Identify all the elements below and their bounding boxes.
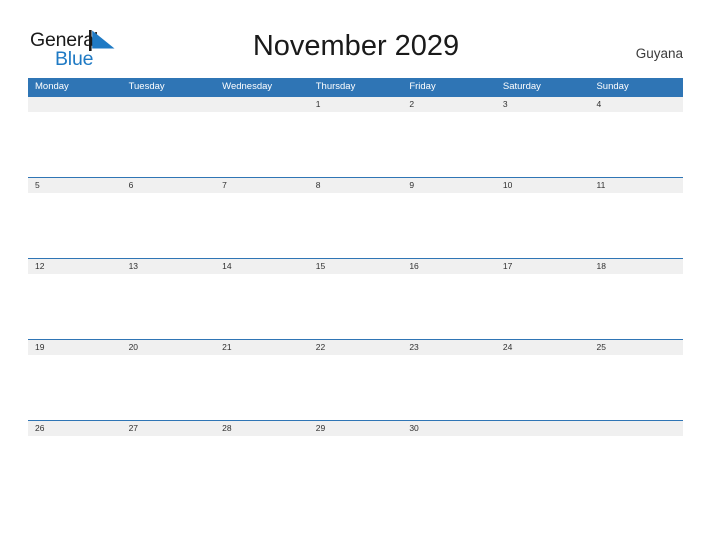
day-cell-number[interactable]: 8 (309, 178, 403, 193)
calendar-grid: Monday Tuesday Wednesday Thursday Friday… (28, 78, 683, 501)
day-cell-number[interactable]: 5 (28, 178, 122, 193)
day-cell-number[interactable]: 4 (589, 97, 683, 112)
day-cell-number[interactable]: 1 (309, 97, 403, 112)
calendar-week-row: 19 20 21 22 23 24 25 (28, 339, 683, 420)
day-cell-number[interactable] (215, 97, 309, 112)
calendar-page: General Blue November 2029 Guyana Monday… (0, 0, 712, 550)
day-cell-number[interactable]: 2 (402, 97, 496, 112)
day-cell-number[interactable]: 19 (28, 340, 122, 355)
day-cell-number[interactable] (28, 97, 122, 112)
day-cell-number[interactable]: 16 (402, 259, 496, 274)
week-daynumber-strip: 19 20 21 22 23 24 25 (28, 339, 683, 355)
day-cell-number[interactable]: 22 (309, 340, 403, 355)
region-label: Guyana (635, 46, 683, 61)
day-cell-number[interactable]: 26 (28, 421, 122, 436)
weekday-header-friday: Friday (409, 81, 436, 92)
day-cell-number[interactable] (122, 97, 216, 112)
week-content-area[interactable] (28, 274, 683, 339)
day-cell-number[interactable]: 20 (122, 340, 216, 355)
week-daynumber-strip: 1 2 3 4 (28, 96, 683, 112)
day-cell-number[interactable]: 25 (589, 340, 683, 355)
day-cell-number[interactable]: 18 (589, 259, 683, 274)
day-cell-number[interactable]: 14 (215, 259, 309, 274)
weekday-header-thursday: Thursday (315, 81, 356, 92)
week-daynumber-strip: 12 13 14 15 16 17 18 (28, 258, 683, 274)
day-cell-number[interactable] (496, 421, 590, 436)
day-cell-number[interactable]: 9 (402, 178, 496, 193)
day-cell-number[interactable]: 13 (122, 259, 216, 274)
weekday-header-wednesday: Wednesday (222, 81, 273, 92)
day-cell-number[interactable]: 29 (309, 421, 403, 436)
day-cell-number[interactable]: 27 (122, 421, 216, 436)
calendar-week-row: 12 13 14 15 16 17 18 (28, 258, 683, 339)
day-cell-number[interactable]: 23 (402, 340, 496, 355)
page-header: General Blue November 2029 Guyana (0, 0, 712, 78)
week-content-area[interactable] (28, 193, 683, 258)
weekday-header-row: Monday Tuesday Wednesday Thursday Friday… (28, 78, 683, 96)
week-content-area[interactable] (28, 355, 683, 420)
weekday-header-sunday: Sunday (596, 81, 629, 92)
week-content-area[interactable] (28, 112, 683, 177)
day-cell-number[interactable]: 10 (496, 178, 590, 193)
page-title: November 2029 (252, 30, 460, 62)
calendar-week-row: 26 27 28 29 30 (28, 420, 683, 501)
calendar-week-row: 5 6 7 8 9 10 11 (28, 177, 683, 258)
week-content-area[interactable] (28, 436, 683, 501)
day-cell-number[interactable]: 6 (122, 178, 216, 193)
day-cell-number[interactable]: 11 (589, 178, 683, 193)
weekday-header-saturday: Saturday (502, 81, 541, 92)
day-cell-number[interactable]: 12 (28, 259, 122, 274)
week-daynumber-strip: 26 27 28 29 30 (28, 420, 683, 436)
day-cell-number[interactable]: 15 (309, 259, 403, 274)
weekday-header-tuesday: Tuesday (128, 81, 165, 92)
day-cell-number[interactable]: 3 (496, 97, 590, 112)
day-cell-number[interactable]: 30 (402, 421, 496, 436)
day-cell-number[interactable]: 24 (496, 340, 590, 355)
day-cell-number[interactable]: 7 (215, 178, 309, 193)
week-daynumber-strip: 5 6 7 8 9 10 11 (28, 177, 683, 193)
day-cell-number[interactable]: 17 (496, 259, 590, 274)
calendar-week-row: 1 2 3 4 (28, 96, 683, 177)
day-cell-number[interactable] (589, 421, 683, 436)
day-cell-number[interactable]: 21 (215, 340, 309, 355)
day-cell-number[interactable]: 28 (215, 421, 309, 436)
weekday-header-monday: Monday (35, 81, 69, 92)
